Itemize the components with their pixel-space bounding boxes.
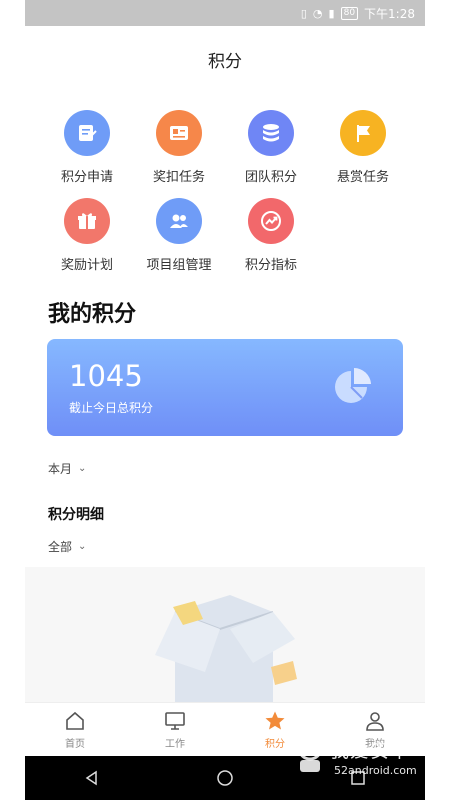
empty-box-illustration [155,595,297,707]
group-icon [156,198,202,244]
wifi-icon: ◔ [312,6,323,20]
tab-points[interactable]: 积分 [225,703,325,756]
month-filter[interactable]: 本月 ⌄ [48,460,86,477]
function-grid: 积分申请 奖扣任务 团队积分 悬赏任务 奖励计划 项目组管理 积分指标 [25,92,425,288]
grid-item-apply[interactable]: 积分申请 [41,110,133,185]
pie-chart-icon [331,365,375,413]
chevron-down-icon: ⌄ [78,463,87,474]
monitor-icon [165,711,185,730]
status-bar: ▯ ◔ ▮ 80 下午1:28 [25,0,425,26]
grid-item-label: 积分指标 [244,258,297,273]
grid-item-label: 项目组管理 [146,258,212,273]
person-icon [366,711,384,731]
star-icon [265,711,285,729]
grid-item-label: 奖励计划 [60,258,113,273]
task-card-icon [156,110,202,156]
app-content: 积分 积分申请 奖扣任务 团队积分 悬赏任务 奖励计划 项目组管理 积分指标 我… [25,26,425,756]
document-icon [64,110,110,156]
grid-item-reward-plan[interactable]: 奖励计划 [41,198,133,273]
grid-item-label: 悬赏任务 [336,170,389,185]
tab-label: 首页 [65,738,85,750]
points-detail-title: 积分明细 [48,507,104,523]
tab-work[interactable]: 工作 [125,703,225,756]
grid-item-bounty[interactable]: 悬赏任务 [317,110,409,185]
trend-icon [248,198,294,244]
tab-label: 积分 [265,738,285,750]
month-filter-label: 本月 [48,462,73,476]
grid-item-team-points[interactable]: 团队积分 [225,110,317,185]
tab-mine[interactable]: 我的 [325,703,425,756]
status-time: 下午1:28 [364,6,415,21]
home-icon [66,711,84,730]
screen: ▯ ◔ ▮ 80 下午1:28 积分 积分申请 奖扣任务 团队积分 悬赏任务 奖… [0,0,450,800]
my-points-title: 我的积分 [48,302,137,327]
recents-icon[interactable] [349,769,367,787]
grid-item-reward-deduct[interactable]: 奖扣任务 [133,110,225,185]
detail-filter[interactable]: 全部 ⌄ [48,538,86,555]
system-nav-bar [25,756,425,800]
grid-item-label: 积分申请 [60,170,113,185]
grid-item-points-index[interactable]: 积分指标 [225,198,317,273]
signal-icon: ▮ [328,6,335,20]
empty-state [25,567,425,707]
battery-icon: 80 [340,6,359,20]
tab-label: 我的 [365,738,385,750]
back-icon[interactable] [83,769,101,787]
grid-item-label: 奖扣任务 [152,170,205,185]
detail-filter-label: 全部 [48,540,73,554]
grid-item-label: 团队积分 [244,170,297,185]
bottom-tab-bar: 首页 工作 积分 我的 [25,702,425,756]
total-points-caption: 截止今日总积分 [69,401,154,415]
stack-icon [248,110,294,156]
tab-home[interactable]: 首页 [25,703,125,756]
vibrate-icon: ▯ [300,6,307,20]
grid-item-project-group[interactable]: 项目组管理 [133,198,225,273]
gift-icon [64,198,110,244]
total-points: 1045 [69,359,143,393]
points-summary-card[interactable]: 1045 截止今日总积分 [47,339,403,436]
chevron-down-icon: ⌄ [78,541,87,552]
home-circle-icon[interactable] [216,769,234,787]
tab-label: 工作 [165,738,185,750]
flag-icon [340,110,386,156]
page-title: 积分 [208,51,242,72]
